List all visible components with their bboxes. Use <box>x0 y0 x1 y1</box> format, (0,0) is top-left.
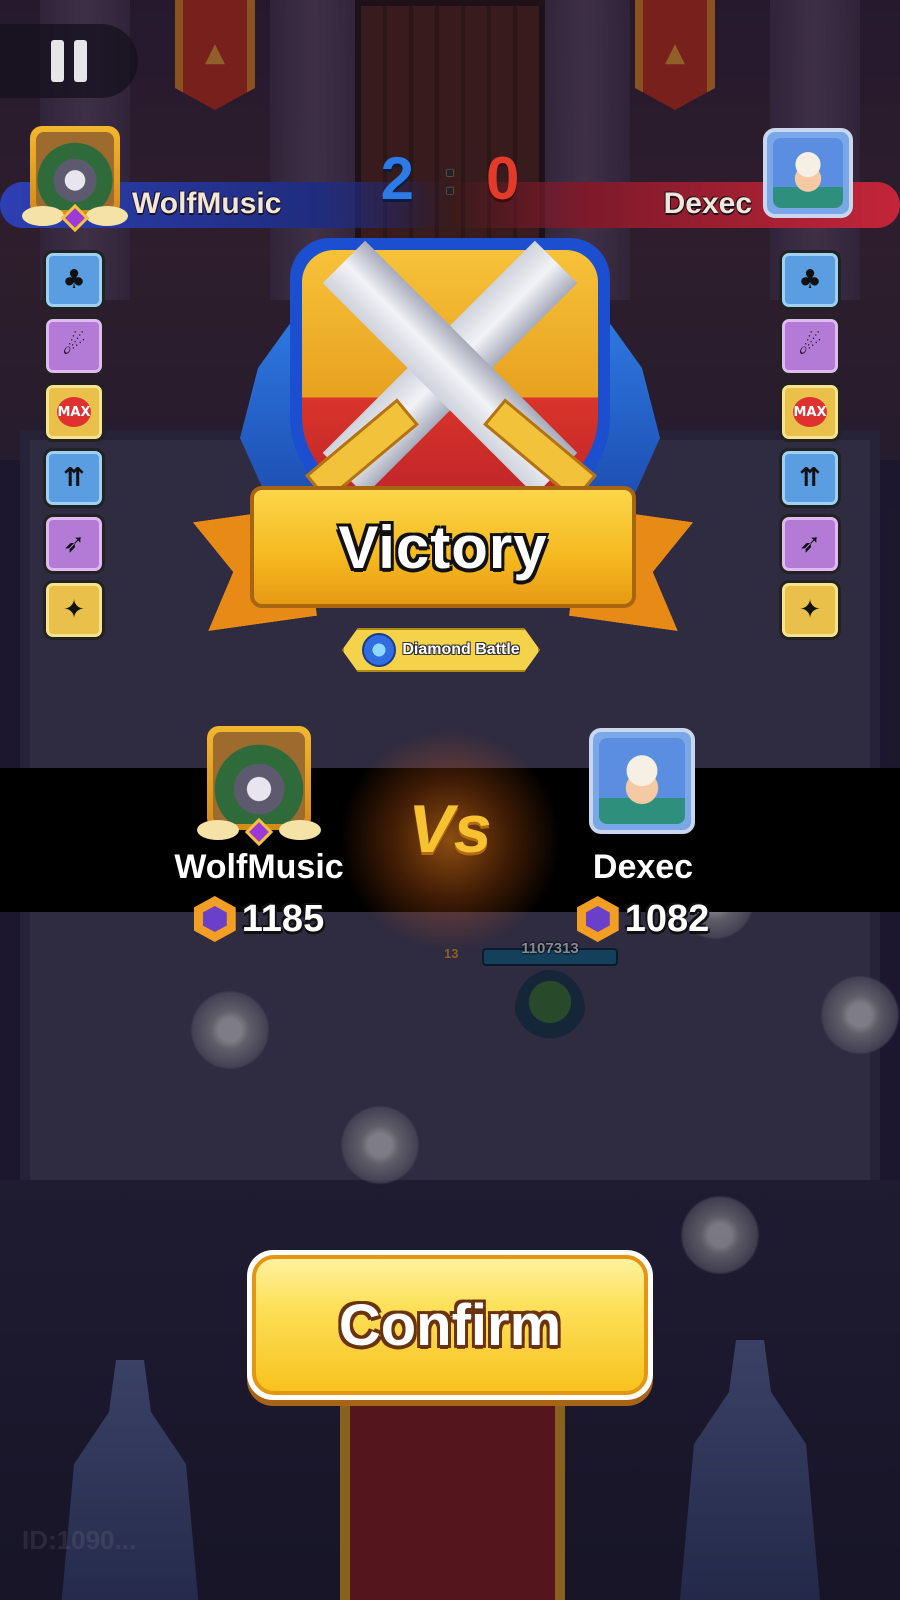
score-separator: : <box>442 152 458 205</box>
player2-trophy-count: 1082 <box>624 897 710 940</box>
pause-icon <box>51 40 64 82</box>
max-heart-icon: MAX <box>43 382 105 442</box>
player1-trophies: 1185 <box>129 896 389 942</box>
dash-icon: ➶ <box>779 514 841 574</box>
player1-name: WolfMusic <box>174 848 344 886</box>
cat-hood-avatar-icon <box>36 132 114 210</box>
match-score: 2 : 0 <box>350 144 550 213</box>
diamond-icon <box>362 633 397 667</box>
versus-label: Vs <box>408 791 492 867</box>
clover-hooded-icon: ♣ <box>779 250 841 310</box>
score-right: 0 <box>485 145 520 212</box>
hud-avatar-right <box>763 128 853 218</box>
confirm-label: Confirm <box>338 1292 562 1358</box>
confirm-button[interactable]: Confirm <box>247 1250 653 1400</box>
pause-button[interactable] <box>0 24 138 98</box>
white-hair-boy-avatar-icon <box>599 738 685 824</box>
battle-mode-badge: Diamond Battle <box>342 628 540 672</box>
player2-avatar <box>589 728 695 834</box>
hud-player-right-name: Dexec <box>663 187 752 220</box>
left-skill-list: ♣ ☄ MAX ⇈ ➶ ✦ <box>43 250 105 640</box>
double-arrow-icon: ⇈ <box>779 448 841 508</box>
meteor-icon: ☄ <box>779 316 841 376</box>
victory-ribbon: Victory <box>200 486 686 632</box>
player2-name: Dexec <box>592 848 694 886</box>
battle-mode-label: Diamond Battle <box>402 641 520 658</box>
shuriken-icon: ✦ <box>43 580 105 640</box>
max-heart-icon: MAX <box>779 382 841 442</box>
double-arrow-icon: ⇈ <box>43 448 105 508</box>
trophy-icon <box>193 896 236 942</box>
clover-hooded-icon: ♣ <box>43 250 105 310</box>
white-hair-boy-avatar-icon <box>773 138 843 208</box>
meteor-icon: ☄ <box>43 316 105 376</box>
shuriken-icon: ✦ <box>779 580 841 640</box>
hud-player-left-name: WolfMusic <box>132 187 282 220</box>
dash-icon: ➶ <box>43 514 105 574</box>
score-left: 2 <box>380 145 414 212</box>
victory-emblem <box>240 228 660 528</box>
result-title: Victory <box>338 513 548 581</box>
hud-avatar-left <box>22 126 128 233</box>
right-skill-list: ♣ ☄ MAX ⇈ ➶ ✦ <box>779 250 841 640</box>
player1-avatar <box>197 726 321 847</box>
player1-trophy-count: 1185 <box>241 897 325 940</box>
trophy-icon <box>576 896 619 942</box>
player2-trophies: 1082 <box>513 896 773 942</box>
cat-hood-avatar-icon <box>213 732 305 824</box>
